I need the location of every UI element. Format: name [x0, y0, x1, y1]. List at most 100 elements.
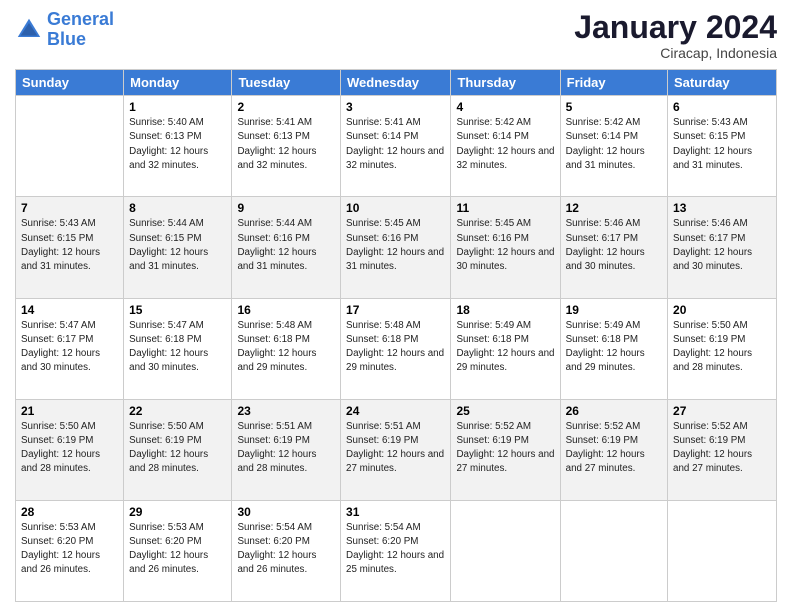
day-info: Sunrise: 5:50 AMSunset: 6:19 PMDaylight:… [673, 319, 771, 376]
day-number: 9 [237, 201, 335, 215]
calendar-cell: 13 Sunrise: 5:46 AMSunset: 6:17 PMDayligh… [668, 197, 777, 298]
week-row-5: 28 Sunrise: 5:53 AMSunset: 6:20 PMDayligh… [16, 500, 777, 601]
day-number: 31 [346, 505, 445, 519]
calendar-cell: 16 Sunrise: 5:48 AMSunset: 6:18 PMDayligh… [232, 298, 341, 399]
day-number: 2 [237, 100, 335, 114]
day-info: Sunrise: 5:46 AMSunset: 6:17 PMDaylight:… [566, 217, 662, 274]
calendar-cell [560, 500, 667, 601]
day-number: 12 [566, 201, 662, 215]
calendar-cell: 10Sunrise: 5:45 AMSunset: 6:16 PMDayligh… [341, 197, 451, 298]
day-info: Sunrise: 5:53 AMSunset: 6:20 PMDaylight:… [21, 521, 118, 578]
day-number: 16 [237, 303, 335, 317]
calendar-cell [451, 500, 560, 601]
day-number: 23 [237, 404, 335, 418]
header-cell-monday: Monday [124, 70, 232, 96]
day-info: Sunrise: 5:54 AMSunset: 6:20 PMDaylight:… [237, 521, 335, 578]
day-number: 25 [456, 404, 554, 418]
calendar-cell: 14Sunrise: 5:47 AMSunset: 6:17 PMDayligh… [16, 298, 124, 399]
calendar-cell: 21 Sunrise: 5:50 AMSunset: 6:19 PMDayligh… [16, 399, 124, 500]
calendar-cell: 4Sunrise: 5:42 AMSunset: 6:14 PMDaylight… [451, 96, 560, 197]
day-number: 20 [673, 303, 771, 317]
day-number: 18 [456, 303, 554, 317]
day-number: 11 [456, 201, 554, 215]
calendar-cell: 25 Sunrise: 5:52 AMSunset: 6:19 PMDayligh… [451, 399, 560, 500]
day-number: 21 [21, 404, 118, 418]
day-number: 29 [129, 505, 226, 519]
day-info: Sunrise: 5:41 AMSunset: 6:14 PMDaylight:… [346, 116, 445, 173]
calendar-cell: 17Sunrise: 5:48 AMSunset: 6:18 PMDayligh… [341, 298, 451, 399]
calendar-cell: 6Sunrise: 5:43 AMSunset: 6:15 PMDaylight… [668, 96, 777, 197]
main-title: January 2024 [574, 10, 777, 45]
calendar-cell: 20 Sunrise: 5:50 AMSunset: 6:19 PMDayligh… [668, 298, 777, 399]
day-info: Sunrise: 5:51 AMSunset: 6:19 PMDaylight:… [346, 420, 445, 477]
day-info: Sunrise: 5:48 AMSunset: 6:18 PMDaylight:… [237, 319, 335, 376]
day-info: Sunrise: 5:43 AMSunset: 6:15 PMDaylight:… [21, 217, 118, 274]
calendar-cell: 23 Sunrise: 5:51 AMSunset: 6:19 PMDayligh… [232, 399, 341, 500]
header-cell-thursday: Thursday [451, 70, 560, 96]
day-info: Sunrise: 5:53 AMSunset: 6:20 PMDaylight:… [129, 521, 226, 578]
week-row-1: 1 Sunrise: 5:40 AMSunset: 6:13 PMDaylight… [16, 96, 777, 197]
logo: General Blue [15, 10, 114, 50]
day-number: 14 [21, 303, 118, 317]
logo-line2: Blue [47, 30, 114, 50]
calendar-cell: 3Sunrise: 5:41 AMSunset: 6:14 PMDaylight… [341, 96, 451, 197]
day-number: 13 [673, 201, 771, 215]
subtitle: Ciracap, Indonesia [574, 45, 777, 61]
calendar-cell: 30 Sunrise: 5:54 AMSunset: 6:20 PMDayligh… [232, 500, 341, 601]
day-number: 28 [21, 505, 118, 519]
day-number: 26 [566, 404, 662, 418]
day-number: 5 [566, 100, 662, 114]
day-number: 24 [346, 404, 445, 418]
day-number: 1 [129, 100, 226, 114]
day-info: Sunrise: 5:41 AMSunset: 6:13 PMDaylight:… [237, 116, 335, 173]
week-row-4: 21 Sunrise: 5:50 AMSunset: 6:19 PMDayligh… [16, 399, 777, 500]
calendar-cell: 15 Sunrise: 5:47 AMSunset: 6:18 PMDayligh… [124, 298, 232, 399]
day-info: Sunrise: 5:44 AMSunset: 6:16 PMDaylight:… [237, 217, 335, 274]
header-cell-tuesday: Tuesday [232, 70, 341, 96]
day-info: Sunrise: 5:46 AMSunset: 6:17 PMDaylight:… [673, 217, 771, 274]
header: General Blue January 2024 Ciracap, Indon… [15, 10, 777, 61]
day-info: Sunrise: 5:52 AMSunset: 6:19 PMDaylight:… [566, 420, 662, 477]
day-number: 6 [673, 100, 771, 114]
day-info: Sunrise: 5:47 AMSunset: 6:18 PMDaylight:… [129, 319, 226, 376]
calendar-cell: 27Sunrise: 5:52 AMSunset: 6:19 PMDayligh… [668, 399, 777, 500]
calendar-cell: 18 Sunrise: 5:49 AMSunset: 6:18 PMDayligh… [451, 298, 560, 399]
calendar-table: SundayMondayTuesdayWednesdayThursdayFrid… [15, 69, 777, 602]
calendar-cell: 22Sunrise: 5:50 AMSunset: 6:19 PMDayligh… [124, 399, 232, 500]
day-info: Sunrise: 5:40 AMSunset: 6:13 PMDaylight:… [129, 116, 226, 173]
day-number: 30 [237, 505, 335, 519]
day-info: Sunrise: 5:48 AMSunset: 6:18 PMDaylight:… [346, 319, 445, 376]
day-info: Sunrise: 5:52 AMSunset: 6:19 PMDaylight:… [456, 420, 554, 477]
header-cell-friday: Friday [560, 70, 667, 96]
title-block: January 2024 Ciracap, Indonesia [574, 10, 777, 61]
calendar-cell [16, 96, 124, 197]
calendar-cell: 26 Sunrise: 5:52 AMSunset: 6:19 PMDayligh… [560, 399, 667, 500]
day-number: 15 [129, 303, 226, 317]
day-info: Sunrise: 5:45 AMSunset: 6:16 PMDaylight:… [456, 217, 554, 274]
page: General Blue January 2024 Ciracap, Indon… [0, 0, 792, 612]
calendar-cell: 5Sunrise: 5:42 AMSunset: 6:14 PMDaylight… [560, 96, 667, 197]
logo-icon [15, 16, 43, 44]
header-cell-wednesday: Wednesday [341, 70, 451, 96]
week-row-2: 7Sunrise: 5:43 AMSunset: 6:15 PMDaylight… [16, 197, 777, 298]
day-info: Sunrise: 5:49 AMSunset: 6:18 PMDaylight:… [456, 319, 554, 376]
header-cell-saturday: Saturday [668, 70, 777, 96]
day-number: 19 [566, 303, 662, 317]
calendar-cell: 2 Sunrise: 5:41 AMSunset: 6:13 PMDaylight… [232, 96, 341, 197]
week-row-3: 14Sunrise: 5:47 AMSunset: 6:17 PMDayligh… [16, 298, 777, 399]
calendar-cell: 1 Sunrise: 5:40 AMSunset: 6:13 PMDaylight… [124, 96, 232, 197]
day-number: 4 [456, 100, 554, 114]
logo-line1: General [47, 9, 114, 29]
calendar-cell [668, 500, 777, 601]
day-info: Sunrise: 5:45 AMSunset: 6:16 PMDaylight:… [346, 217, 445, 274]
calendar-cell: 28 Sunrise: 5:53 AMSunset: 6:20 PMDayligh… [16, 500, 124, 601]
day-number: 8 [129, 201, 226, 215]
day-info: Sunrise: 5:51 AMSunset: 6:19 PMDaylight:… [237, 420, 335, 477]
calendar-cell: 31Sunrise: 5:54 AMSunset: 6:20 PMDayligh… [341, 500, 451, 601]
calendar-cell: 24 Sunrise: 5:51 AMSunset: 6:19 PMDayligh… [341, 399, 451, 500]
calendar-cell: 19Sunrise: 5:49 AMSunset: 6:18 PMDayligh… [560, 298, 667, 399]
day-number: 27 [673, 404, 771, 418]
logo-text: General Blue [47, 10, 114, 50]
calendar-cell: 8Sunrise: 5:44 AMSunset: 6:15 PMDaylight… [124, 197, 232, 298]
day-info: Sunrise: 5:50 AMSunset: 6:19 PMDaylight:… [21, 420, 118, 477]
